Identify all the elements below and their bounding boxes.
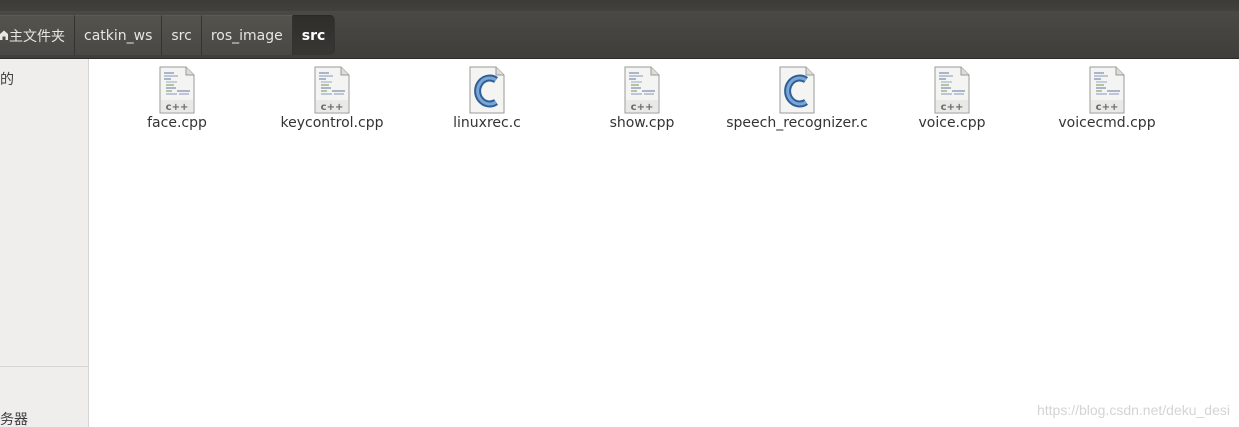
cpp-source-icon: c++ bbox=[932, 66, 972, 114]
breadcrumb: 主文件夹 catkin_ws src ros_image src bbox=[0, 15, 336, 55]
breadcrumb-label: src bbox=[171, 27, 192, 44]
c-source-icon bbox=[777, 66, 817, 114]
cpp-source-icon: c++ bbox=[1087, 66, 1127, 114]
breadcrumb-label: src bbox=[301, 27, 326, 44]
sidebar-item-server[interactable]: 务器 bbox=[0, 409, 28, 427]
home-icon bbox=[0, 29, 8, 43]
file-item-show-cpp[interactable]: c++ show.cpp bbox=[567, 66, 717, 132]
svg-text:c++: c++ bbox=[941, 102, 964, 113]
file-item-voicecmd-cpp[interactable]: c++ voicecmd.cpp bbox=[1032, 66, 1182, 132]
file-name: face.cpp bbox=[147, 115, 207, 131]
cpp-source-icon: c++ bbox=[622, 66, 662, 114]
breadcrumb-label: ros_image bbox=[210, 27, 283, 44]
breadcrumb-current-src[interactable]: src bbox=[292, 15, 336, 55]
svg-text:c++: c++ bbox=[166, 102, 189, 113]
cpp-source-icon: c++ bbox=[312, 66, 352, 114]
file-name: keycontrol.cpp bbox=[280, 115, 384, 131]
watermark: https://blog.csdn.net/deku_desi bbox=[1036, 402, 1230, 418]
file-item-keycontrol-cpp[interactable]: c++ keycontrol.cpp bbox=[257, 66, 407, 132]
breadcrumb-ros-image[interactable]: ros_image bbox=[201, 15, 293, 55]
file-item-face-cpp[interactable]: c++ face.cpp bbox=[102, 66, 252, 132]
sidebar-divider bbox=[0, 366, 88, 367]
file-name: linuxrec.c bbox=[453, 115, 521, 131]
file-name: voicecmd.cpp bbox=[1058, 115, 1156, 131]
cpp-source-icon: c++ bbox=[157, 66, 197, 114]
file-manager-window: 主文件夹 catkin_ws src ros_image src 的 务器 c+… bbox=[0, 0, 1239, 427]
sidebar-item-partial[interactable]: 的 bbox=[0, 69, 14, 89]
svg-text:c++: c++ bbox=[321, 102, 344, 113]
svg-text:c++: c++ bbox=[631, 102, 654, 113]
breadcrumb-home[interactable]: 主文件夹 bbox=[0, 15, 75, 55]
breadcrumb-src[interactable]: src bbox=[162, 15, 202, 55]
file-item-voice-cpp[interactable]: c++ voice.cpp bbox=[877, 66, 1027, 132]
file-name: voice.cpp bbox=[918, 115, 986, 131]
file-item-linuxrec-c[interactable]: linuxrec.c bbox=[412, 66, 562, 132]
file-name: show.cpp bbox=[609, 115, 675, 131]
title-bar bbox=[0, 0, 1239, 11]
file-grid: c++ face.cpp c++ keycontrol.cpp linuxrec… bbox=[89, 59, 1239, 427]
places-sidebar: 的 务器 bbox=[0, 59, 89, 427]
c-source-icon bbox=[467, 66, 507, 114]
breadcrumb-label: catkin_ws bbox=[84, 27, 153, 44]
file-item-speech-recognizer-c[interactable]: speech_recognizer.c bbox=[722, 66, 872, 132]
breadcrumb-label: 主文件夹 bbox=[9, 28, 65, 45]
breadcrumb-catkin-ws[interactable]: catkin_ws bbox=[75, 15, 163, 55]
file-name: speech_recognizer.c bbox=[726, 115, 868, 131]
path-toolbar: 主文件夹 catkin_ws src ros_image src bbox=[0, 11, 1239, 59]
svg-text:c++: c++ bbox=[1096, 102, 1119, 113]
